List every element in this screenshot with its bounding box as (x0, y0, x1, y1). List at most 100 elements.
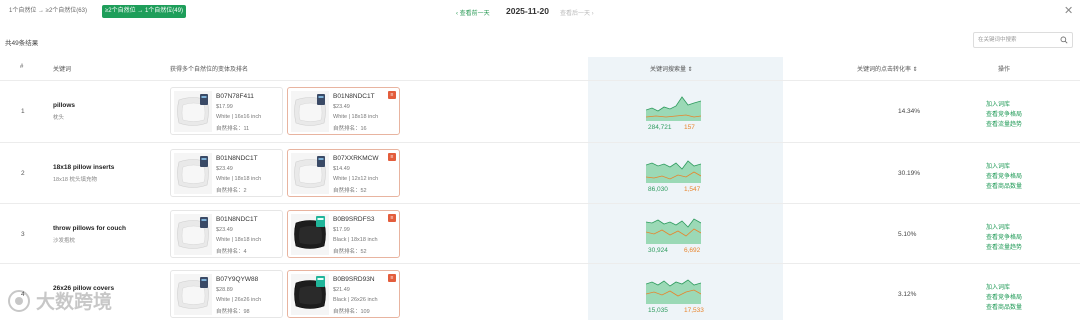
action-link[interactable]: 查看商品数量 (986, 181, 1022, 190)
search-input[interactable] (974, 33, 1058, 47)
action-link[interactable]: 查看竞争格局 (986, 171, 1022, 180)
secondary-volume-value: 1,547 (684, 186, 701, 193)
product-rank: 自然排名：16 (333, 126, 367, 132)
ctr-value: 3.12% (898, 291, 917, 298)
filter-segment-1[interactable]: 1个自然位 → ≥2个自然位(63) (6, 5, 90, 18)
product-image (291, 153, 329, 194)
product-variant: White | 18x18 inch (216, 237, 262, 243)
current-date: 2025-11-20 (506, 6, 550, 16)
product-card[interactable]: ≡ B0B9SRD93N $21.49 Black | 26x26 inch 自… (287, 270, 400, 318)
header-keyword: 关键词 (53, 67, 72, 73)
product-asin[interactable]: B01N8NDC1T (333, 93, 375, 100)
search-volume-sparkline[interactable] (646, 214, 701, 244)
row-index: 1 (21, 108, 25, 115)
header-index: # (20, 64, 24, 70)
watermark-text: 大数跨境 (36, 292, 113, 313)
prev-day-link[interactable]: ‹ 查看前一天 (456, 8, 490, 17)
product-asin[interactable]: B07XXRKMCW (333, 155, 379, 162)
close-icon[interactable]: ✕ (1064, 4, 1073, 17)
product-rank: 自然排名：2 (216, 188, 247, 194)
table-row: 2 18x18 pillow inserts 18x18 枕头填充物 B01N8… (0, 142, 1080, 203)
product-rank: 自然排名：109 (333, 309, 370, 315)
product-price: $21.49 (333, 287, 350, 293)
flag-icon[interactable]: ≡ (388, 91, 396, 99)
header-actions: 操作 (998, 67, 1011, 73)
product-asin[interactable]: B07N78F411 (216, 93, 254, 100)
row-index: 3 (21, 231, 25, 238)
product-variant: Black | 26x26 inch (333, 297, 378, 303)
result-count: 共49条结果 (5, 40, 39, 47)
product-card[interactable]: B07Y9QYW88 $28.89 White | 26x26 inch 自然排… (170, 270, 283, 318)
product-price: $14.49 (333, 166, 350, 172)
search-volume-sparkline[interactable] (646, 91, 701, 121)
secondary-volume-value: 6,692 (684, 247, 701, 254)
search-volume-value: 284,721 (648, 124, 672, 131)
action-link[interactable]: 加入词库 (986, 282, 1010, 291)
flag-icon[interactable]: ≡ (388, 214, 396, 222)
search-volume-sparkline[interactable] (646, 274, 701, 304)
secondary-volume-value: 157 (684, 124, 695, 131)
product-image (174, 214, 212, 255)
action-link[interactable]: 查看竞争格局 (986, 109, 1022, 118)
keyword[interactable]: 18x18 pillow inserts (53, 164, 114, 171)
flag-icon[interactable]: ≡ (388, 274, 396, 282)
top-bar: 1个自然位 → ≥2个自然位(63) ≥2个自然位 → 1个自然位(49) ‹ … (0, 0, 1080, 24)
action-link[interactable]: 加入词库 (986, 161, 1010, 170)
product-rank: 自然排名：4 (216, 249, 247, 255)
action-link[interactable]: 加入词库 (986, 99, 1010, 108)
table-header: # 关键词 获得多个自然位的变体及排名 关键词搜索量 ⇕ 关键词的点击转化率 ⇕… (0, 57, 1080, 79)
product-card[interactable]: B07N78F411 $17.99 White | 16x16 inch 自然排… (170, 87, 283, 135)
header-products: 获得多个自然位的变体及排名 (170, 67, 249, 73)
product-card[interactable]: ≡ B01N8NDC1T $23.49 White | 18x18 inch 自… (287, 87, 400, 135)
search-volume-sparkline[interactable] (646, 153, 701, 183)
header-trend[interactable]: 关键词搜索量 ⇕ (650, 64, 693, 73)
action-link[interactable]: 加入词库 (986, 222, 1010, 231)
watermark-logo: 大数跨境 (6, 287, 146, 315)
product-asin[interactable]: B0B9SRDFS3 (333, 216, 375, 223)
product-price: $23.49 (216, 227, 233, 233)
product-price: $23.49 (333, 104, 350, 110)
next-day-link[interactable]: 查看后一天 › (560, 8, 594, 17)
product-card[interactable]: ≡ B07XXRKMCW $14.49 White | 12x12 inch 自… (287, 149, 400, 197)
product-card[interactable]: ≡ B0B9SRDFS3 $17.99 Black | 18x18 inch 自… (287, 210, 400, 258)
search-volume-value: 15,035 (648, 307, 668, 314)
product-image (174, 91, 212, 132)
ctr-value: 5.10% (898, 231, 917, 238)
product-rank: 自然排名：98 (216, 309, 250, 315)
product-asin[interactable]: B01N8NDC1T (216, 155, 258, 162)
product-image (174, 274, 212, 315)
keyword-translation: 沙发抱枕 (53, 238, 76, 244)
ctr-value: 14.34% (898, 108, 921, 115)
search-icon[interactable] (1060, 36, 1068, 44)
action-link[interactable]: 查看竞争格局 (986, 232, 1022, 241)
product-asin[interactable]: B07Y9QYW88 (216, 276, 258, 283)
product-rank: 自然排名：52 (333, 188, 367, 194)
header-ctr[interactable]: 关键词的点击转化率 ⇕ (857, 64, 918, 73)
product-asin[interactable]: B01N8NDC1T (216, 216, 258, 223)
filter-segment-2[interactable]: ≥2个自然位 → 1个自然位(49) (102, 5, 186, 18)
product-rank: 自然排名：52 (333, 249, 367, 255)
product-card[interactable]: B01N8NDC1T $23.49 White | 18x18 inch 自然排… (170, 210, 283, 258)
product-card[interactable]: B01N8NDC1T $23.49 White | 18x18 inch 自然排… (170, 149, 283, 197)
keyword[interactable]: throw pillows for couch (53, 225, 126, 232)
product-variant: White | 26x26 inch (216, 297, 262, 303)
action-link[interactable]: 查看流量趋势 (986, 242, 1022, 251)
product-asin[interactable]: B0B9SRD93N (333, 276, 375, 283)
brand-logo-icon (8, 290, 30, 312)
action-link[interactable]: 查看商品数量 (986, 302, 1022, 311)
product-variant: White | 12x12 inch (333, 176, 379, 182)
search-box[interactable] (973, 32, 1073, 48)
keyword-translation: 枕头 (53, 115, 65, 121)
search-volume-value: 30,924 (648, 247, 668, 254)
action-link[interactable]: 查看流量趋势 (986, 119, 1022, 128)
action-link[interactable]: 查看竞争格局 (986, 292, 1022, 301)
product-variant: White | 16x16 inch (216, 114, 262, 120)
product-price: $17.99 (216, 104, 233, 110)
product-rank: 自然排名：11 (216, 126, 250, 132)
keyword[interactable]: pillows (53, 102, 75, 109)
keyword-translation: 18x18 枕头填充物 (53, 177, 98, 183)
product-price: $17.99 (333, 227, 350, 233)
row-index: 2 (21, 170, 25, 177)
product-image (174, 153, 212, 194)
flag-icon[interactable]: ≡ (388, 153, 396, 161)
